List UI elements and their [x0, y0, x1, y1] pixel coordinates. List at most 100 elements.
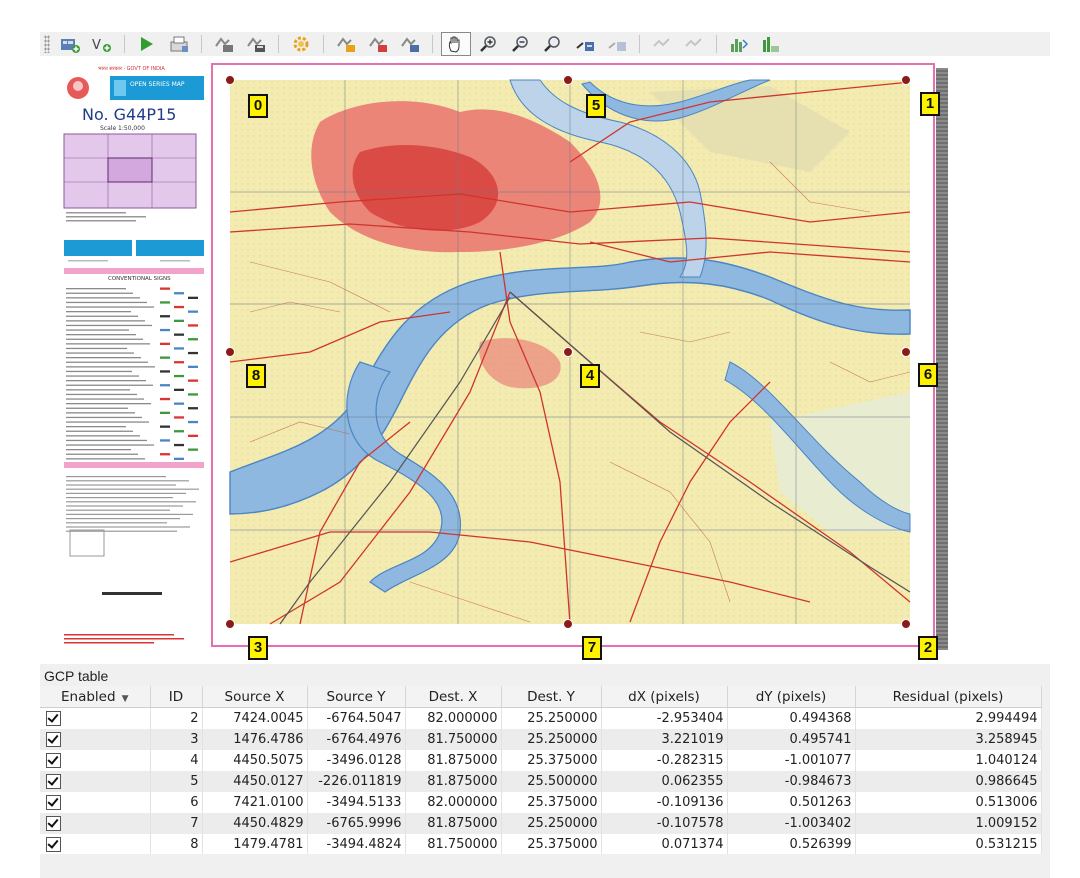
id-cell[interactable]: 2: [150, 707, 203, 729]
source-x-cell[interactable]: 1476.4786: [202, 729, 308, 750]
gcp-point-4[interactable]: [563, 347, 573, 357]
column-header-dest-x[interactable]: Dest. X: [405, 686, 502, 708]
generate-gdal-script-button[interactable]: [165, 33, 193, 55]
id-cell[interactable]: 8: [150, 834, 203, 855]
add-vector-button[interactable]: V: [88, 33, 116, 55]
gcp-point-3[interactable]: [225, 619, 235, 629]
table-row[interactable]: 8 1479.4781 -3494.4824 81.750000 25.3750…: [40, 834, 1042, 855]
enabled-cell[interactable]: [40, 707, 151, 729]
enabled-checkbox[interactable]: [46, 795, 61, 810]
table-row[interactable]: 6 7421.0100 -3494.5133 82.000000 25.3750…: [40, 792, 1042, 813]
link-georeferencer-button[interactable]: [648, 33, 676, 55]
dest-x-cell[interactable]: 81.875000: [405, 771, 502, 792]
column-header-source-y[interactable]: Source Y: [307, 686, 406, 708]
source-x-cell[interactable]: 7421.0100: [202, 792, 308, 813]
enabled-cell[interactable]: [40, 750, 151, 771]
column-header-dx[interactable]: dX (pixels): [601, 686, 728, 708]
gcp-label-1[interactable]: 1: [920, 92, 940, 116]
gcp-label-4[interactable]: 4: [580, 364, 600, 388]
zoom-next-button[interactable]: [603, 33, 631, 55]
dest-y-cell[interactable]: 25.250000: [501, 729, 602, 750]
load-gcp-points-button[interactable]: [210, 33, 238, 55]
dest-x-cell[interactable]: 81.750000: [405, 834, 502, 855]
gcp-point-2[interactable]: [901, 619, 911, 629]
column-header-id[interactable]: ID: [150, 686, 203, 708]
enabled-cell[interactable]: [40, 792, 151, 813]
source-y-cell[interactable]: -3494.4824: [307, 834, 406, 855]
gcp-label-7[interactable]: 7: [582, 636, 602, 660]
source-x-cell[interactable]: 7424.0045: [202, 707, 308, 729]
gcp-label-0[interactable]: 0: [248, 94, 268, 118]
dest-x-cell[interactable]: 82.000000: [405, 707, 502, 729]
table-row[interactable]: 5 4450.0127 -226.011819 81.875000 25.500…: [40, 771, 1042, 792]
enabled-checkbox[interactable]: [46, 753, 61, 768]
dest-x-cell[interactable]: 82.000000: [405, 792, 502, 813]
table-row[interactable]: 2 7424.0045 -6764.5047 82.000000 25.2500…: [40, 707, 1042, 729]
georeferencer-map-canvas[interactable]: भारत सरकार · GOVT OF INDIA OPEN SERIES M…: [40, 58, 1050, 664]
enabled-checkbox[interactable]: [46, 837, 61, 852]
dest-y-cell[interactable]: 25.250000: [501, 707, 602, 729]
source-x-cell[interactable]: 4450.4829: [202, 813, 308, 834]
dest-y-cell[interactable]: 25.375000: [501, 750, 602, 771]
source-x-cell[interactable]: 4450.0127: [202, 771, 308, 792]
id-cell[interactable]: 3: [150, 729, 203, 750]
enabled-cell[interactable]: [40, 813, 151, 834]
source-y-cell[interactable]: -6765.9996: [307, 813, 406, 834]
enabled-checkbox[interactable]: [46, 732, 61, 747]
table-row[interactable]: 4 4450.5075 -3496.0128 81.875000 25.3750…: [40, 750, 1042, 771]
id-cell[interactable]: 6: [150, 792, 203, 813]
gcp-label-2[interactable]: 2: [918, 636, 938, 660]
gcp-label-3[interactable]: 3: [248, 636, 268, 660]
table-row[interactable]: 7 4450.4829 -6765.9996 81.875000 25.2500…: [40, 813, 1042, 834]
id-cell[interactable]: 7: [150, 813, 203, 834]
column-header-residual[interactable]: Residual (pixels): [855, 686, 1042, 708]
add-raster-button[interactable]: [56, 33, 84, 55]
enabled-cell[interactable]: [40, 771, 151, 792]
dest-y-cell[interactable]: 25.375000: [501, 792, 602, 813]
dest-y-cell[interactable]: 25.375000: [501, 834, 602, 855]
zoom-out-button[interactable]: [507, 33, 535, 55]
histogram-stretch-button[interactable]: [725, 33, 753, 55]
gcp-point-0[interactable]: [225, 75, 235, 85]
enabled-checkbox[interactable]: [46, 774, 61, 789]
gcp-point-1[interactable]: [901, 75, 911, 85]
transformation-settings-button[interactable]: [287, 33, 315, 55]
column-header-enabled[interactable]: Enabled ▼: [40, 686, 151, 708]
enabled-checkbox[interactable]: [46, 816, 61, 831]
column-header-dy[interactable]: dY (pixels): [727, 686, 856, 708]
save-gcp-points-button[interactable]: [242, 33, 270, 55]
id-cell[interactable]: 4: [150, 750, 203, 771]
column-header-dest-y[interactable]: Dest. Y: [501, 686, 602, 708]
gcp-point-6[interactable]: [901, 347, 911, 357]
gcp-point-8[interactable]: [225, 347, 235, 357]
source-y-cell[interactable]: -3496.0128: [307, 750, 406, 771]
dest-x-cell[interactable]: 81.875000: [405, 813, 502, 834]
gcp-label-5[interactable]: 5: [586, 94, 606, 118]
start-georeferencing-button[interactable]: [133, 33, 161, 55]
dest-x-cell[interactable]: 81.875000: [405, 750, 502, 771]
gcp-table[interactable]: Enabled ▼ ID Source X Source Y Dest. X De…: [40, 686, 1042, 855]
id-cell[interactable]: 5: [150, 771, 203, 792]
link-qgis-button[interactable]: [680, 33, 708, 55]
source-x-cell[interactable]: 4450.5075: [202, 750, 308, 771]
delete-point-button[interactable]: [364, 33, 392, 55]
gcp-point-7[interactable]: [563, 619, 573, 629]
gcp-label-6[interactable]: 6: [918, 363, 938, 387]
enabled-checkbox[interactable]: [46, 711, 61, 726]
column-header-source-x[interactable]: Source X: [202, 686, 308, 708]
topographic-map-sheet[interactable]: [210, 62, 936, 654]
gcp-label-8[interactable]: 8: [246, 364, 266, 388]
zoom-last-button[interactable]: [571, 33, 599, 55]
dest-y-cell[interactable]: 25.500000: [501, 771, 602, 792]
add-point-button[interactable]: [332, 33, 360, 55]
source-y-cell[interactable]: -6764.4976: [307, 729, 406, 750]
zoom-to-layer-button[interactable]: [539, 33, 567, 55]
dest-y-cell[interactable]: 25.250000: [501, 813, 602, 834]
table-row[interactable]: 3 1476.4786 -6764.4976 81.750000 25.2500…: [40, 729, 1042, 750]
enabled-cell[interactable]: [40, 834, 151, 855]
enabled-cell[interactable]: [40, 729, 151, 750]
toolbar-grip[interactable]: [44, 35, 50, 53]
gcp-point-5[interactable]: [563, 75, 573, 85]
source-x-cell[interactable]: 1479.4781: [202, 834, 308, 855]
source-y-cell[interactable]: -226.011819: [307, 771, 406, 792]
